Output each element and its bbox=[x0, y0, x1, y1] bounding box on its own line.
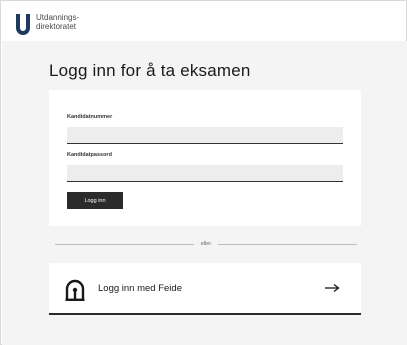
login-form-card: Kandidatnummer Kandidatpassord Logg inn bbox=[49, 90, 361, 226]
udir-logo[interactable]: Utdannings- direktoratet bbox=[14, 13, 79, 35]
page-title: Logg inn for å ta eksamen bbox=[49, 61, 251, 80]
candidate-number-input[interactable] bbox=[67, 127, 343, 144]
candidate-number-label: Kandidatnummer bbox=[67, 114, 113, 120]
feide-login-label: Logg inn med Feide bbox=[98, 283, 182, 294]
feide-login-button[interactable]: Logg inn med Feide bbox=[49, 263, 361, 315]
logo-text: Utdannings- direktoratet bbox=[36, 13, 79, 31]
divider-text: eller bbox=[200, 241, 212, 247]
feide-icon bbox=[65, 279, 85, 301]
candidate-password-label: Kandidatpassord bbox=[67, 152, 112, 158]
arrow-right-icon bbox=[325, 283, 340, 293]
login-page: Utdannings- direktoratet Logg inn for å … bbox=[0, 0, 407, 345]
logo-line-1: Utdannings- bbox=[36, 13, 80, 22]
login-button[interactable]: Logg inn bbox=[67, 192, 123, 209]
top-bar: Utdannings- direktoratet bbox=[1, 1, 406, 41]
divider-line-left bbox=[55, 243, 194, 245]
or-divider: eller bbox=[55, 239, 357, 249]
candidate-password-input[interactable] bbox=[67, 165, 343, 182]
logo-line-2: direktoratet bbox=[36, 22, 77, 31]
divider-line-right bbox=[218, 243, 357, 245]
udir-logo-icon bbox=[16, 14, 30, 35]
